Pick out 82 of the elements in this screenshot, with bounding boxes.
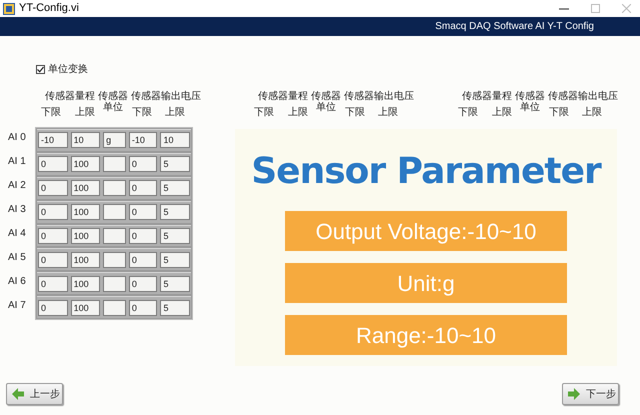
row-label: AI 5 xyxy=(7,251,27,265)
input-field[interactable]: 0 xyxy=(128,300,158,316)
input-field[interactable]: 0 xyxy=(128,204,158,220)
input-field[interactable]: 0 xyxy=(128,180,158,196)
column-header: 下限 xyxy=(254,107,274,118)
column-header: 下限 xyxy=(41,107,61,118)
arrow-right-icon xyxy=(568,388,580,400)
row-label: AI 0 xyxy=(7,131,27,145)
column-header: 传感器输出电压 xyxy=(344,91,414,102)
column-header: 上限 xyxy=(582,107,602,118)
input-field[interactable]: 0 xyxy=(38,204,68,220)
input-field[interactable] xyxy=(103,228,126,244)
input-field[interactable]: 5 xyxy=(160,228,190,244)
column-header: 传感器单位 xyxy=(311,91,341,113)
info-banner: Output Voltage:-10~10 xyxy=(285,211,567,251)
input-field[interactable] xyxy=(103,204,126,220)
slide-title: Sensor Parameter xyxy=(251,150,601,194)
input-field[interactable] xyxy=(103,276,126,292)
row-label: AI 7 xyxy=(7,299,27,313)
input-field[interactable]: 100 xyxy=(70,180,100,196)
column-header: 传感器量程 xyxy=(45,91,95,102)
input-field[interactable]: 5 xyxy=(160,180,190,196)
info-banner: Range:-10~10 xyxy=(285,315,567,355)
input-field[interactable]: 0 xyxy=(38,276,68,292)
checkbox[interactable] xyxy=(36,65,45,74)
input-field[interactable]: 5 xyxy=(160,300,190,316)
column-header: 上限 xyxy=(75,107,95,118)
input-field[interactable]: 5 xyxy=(160,276,190,292)
app-icon xyxy=(3,2,15,14)
column-header: 下限 xyxy=(132,107,152,118)
input-field[interactable] xyxy=(103,156,126,172)
input-field[interactable] xyxy=(103,252,126,268)
checkbox-label: 单位变换 xyxy=(48,62,88,77)
input-field[interactable]: 5 xyxy=(160,252,190,268)
row-label: AI 4 xyxy=(7,227,27,241)
input-field[interactable]: -10 xyxy=(38,132,68,148)
input-field[interactable]: 100 xyxy=(70,156,100,172)
input-field[interactable]: 100 xyxy=(70,252,100,268)
input-field[interactable]: 100 xyxy=(70,276,100,292)
input-field[interactable]: 100 xyxy=(70,300,100,316)
input-field[interactable]: g xyxy=(103,132,126,148)
input-field[interactable]: 10 xyxy=(160,132,190,148)
column-header: 下限 xyxy=(458,107,478,118)
column-header: 下限 xyxy=(345,107,365,118)
arrow-left-icon xyxy=(12,388,24,400)
input-field[interactable]: -10 xyxy=(128,132,158,148)
column-header: 上限 xyxy=(378,107,398,118)
column-header: 传感器输出电压 xyxy=(131,91,201,102)
info-banner: Unit:g xyxy=(285,263,567,303)
input-field[interactable]: 0 xyxy=(128,228,158,244)
column-header: 传感器量程 xyxy=(258,91,308,102)
input-field[interactable] xyxy=(103,300,126,316)
input-field[interactable]: 0 xyxy=(128,252,158,268)
input-field[interactable]: 5 xyxy=(160,204,190,220)
column-header: 上限 xyxy=(492,107,512,118)
input-field[interactable]: 10 xyxy=(70,132,100,148)
input-field[interactable]: 0 xyxy=(38,252,68,268)
input-field[interactable]: 100 xyxy=(70,228,100,244)
row-label: AI 6 xyxy=(7,275,27,289)
column-header: 上限 xyxy=(165,107,185,118)
column-header: 上限 xyxy=(288,107,308,118)
input-field[interactable]: 100 xyxy=(70,204,100,220)
back-button[interactable]: 上一步 xyxy=(6,383,63,405)
banner-title: Smacq DAQ Software AI Y-T Config xyxy=(435,20,594,34)
column-header: 传感器单位 xyxy=(98,91,128,113)
column-header: 传感器输出电压 xyxy=(548,91,618,102)
input-field[interactable]: 0 xyxy=(128,156,158,172)
next-button[interactable]: 下一步 xyxy=(562,383,619,405)
input-field[interactable]: 5 xyxy=(160,156,190,172)
input-field[interactable]: 0 xyxy=(38,228,68,244)
input-field[interactable]: 0 xyxy=(128,276,158,292)
input-field[interactable]: 0 xyxy=(38,156,68,172)
row-label: AI 3 xyxy=(7,203,27,217)
input-field[interactable] xyxy=(103,180,126,196)
column-header: 传感器量程 xyxy=(462,91,512,102)
window-title: YT-Config.vi xyxy=(19,1,79,16)
row-label: AI 2 xyxy=(7,179,27,193)
column-header: 下限 xyxy=(549,107,569,118)
row-label: AI 1 xyxy=(7,155,27,169)
input-field[interactable]: 0 xyxy=(38,180,68,196)
input-field[interactable]: 0 xyxy=(38,300,68,316)
column-header: 传感器单位 xyxy=(515,91,545,113)
